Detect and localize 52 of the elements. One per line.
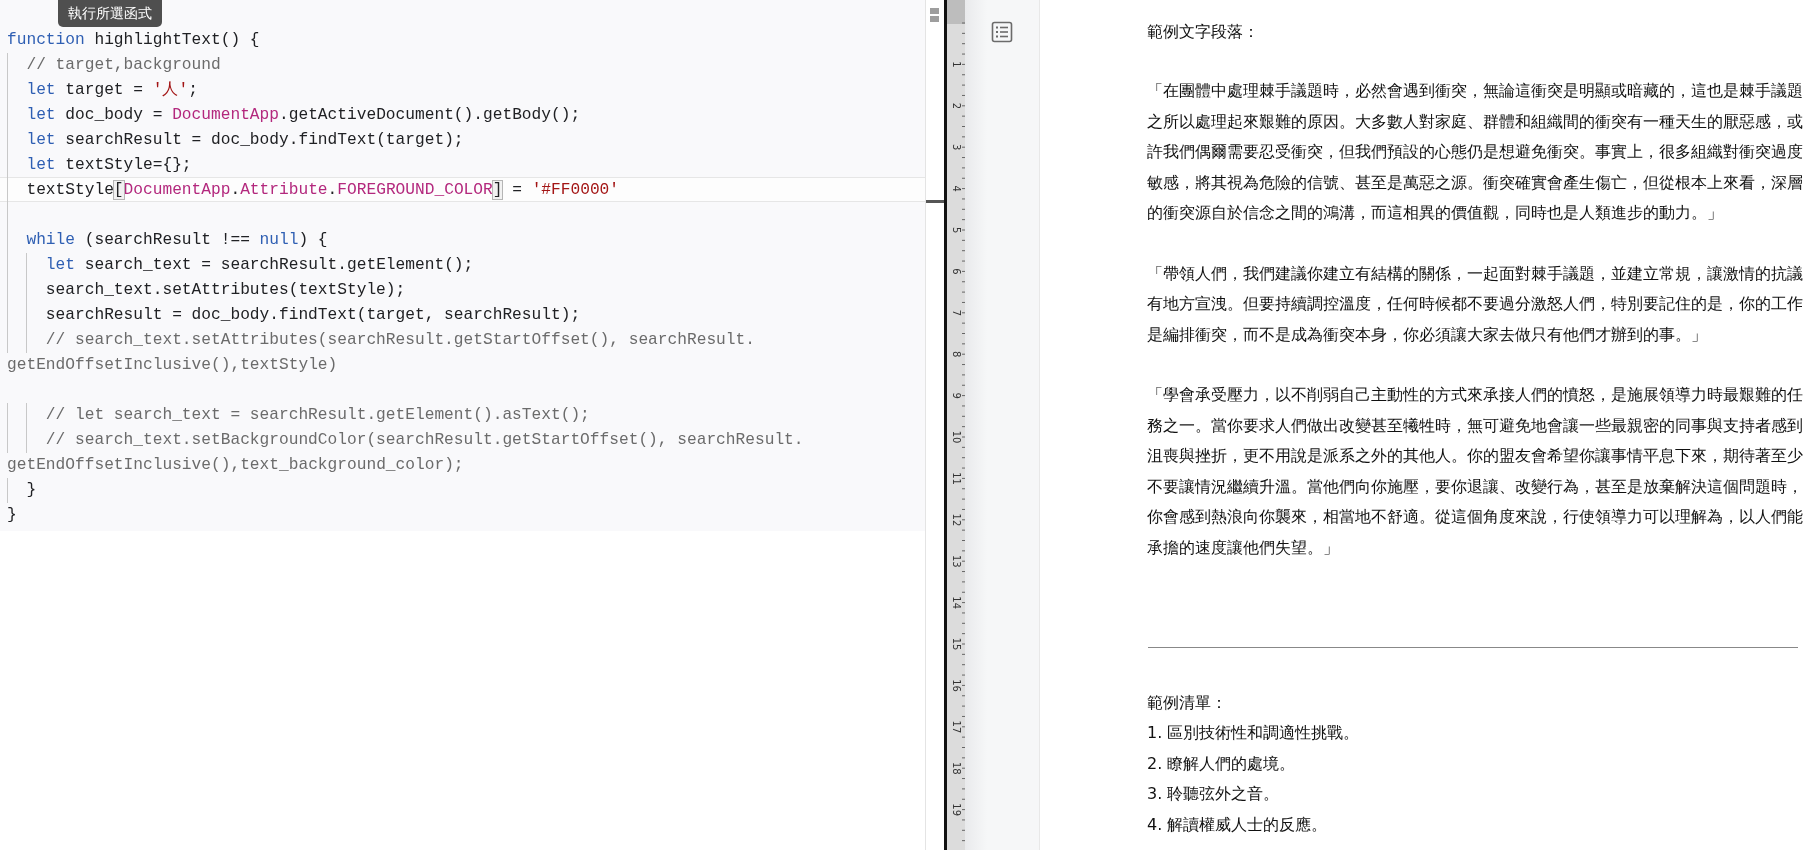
code-line: let search_text = searchResult.getElement(); <box>0 252 925 277</box>
list-item: 1. 區別技術性和調適性挑戰。 <box>1147 722 1360 744</box>
ruler-number: 12 <box>950 513 962 527</box>
code-line: getEndOffsetInclusive(),textStyle) <box>6 355 339 376</box>
code-line: // search_text.setAttributes(searchResult.getStartOffset(), searchResult. <box>0 327 925 352</box>
code-line: let doc_body = DocumentApp.getActiveDocument().getBody(); <box>0 102 925 127</box>
code-line: let textStyle={}; <box>0 152 925 177</box>
scrollbar[interactable] <box>925 0 944 850</box>
ruler-number: 4 <box>950 185 962 192</box>
code-line: function highlightText() { <box>6 30 261 51</box>
scroll-marker <box>926 200 944 203</box>
ruler-number: 11 <box>950 472 962 485</box>
ruler-number: 7 <box>950 309 962 317</box>
ruler-number: 2 <box>950 102 962 110</box>
ruler-number: 17 <box>950 720 962 734</box>
code-line: let searchResult = doc_body.findText(target); <box>0 127 925 152</box>
ruler-number: 1 <box>950 61 962 68</box>
ruler-number: 8 <box>950 351 962 358</box>
code-line: // let search_text = searchResult.getElement().asText(); <box>0 402 925 427</box>
tooltip: 執行所選函式 <box>58 0 162 27</box>
code-line: getEndOffsetInclusive(),text_background_color); <box>6 455 465 476</box>
code-line: } <box>6 505 18 526</box>
ruler-number: 15 <box>950 637 962 651</box>
code-line: } <box>0 477 925 502</box>
list-title: 範例清單： <box>1147 692 1227 714</box>
code-line: search_text.setAttributes(textStyle); <box>0 277 925 302</box>
code-line: searchResult = doc_body.findText(target, searchResult); <box>0 302 925 327</box>
ruler-number: 18 <box>950 761 962 775</box>
code-line: let target = '人'; <box>0 77 925 102</box>
list-item: 2. 瞭解人們的處境。 <box>1147 752 1296 775</box>
list-item: 4. 解讀權威人士的反應。 <box>1147 813 1328 836</box>
scroll-marker <box>930 8 939 24</box>
ruler-margin <box>947 0 965 24</box>
heading-text: 範例文字段落： <box>1147 21 1259 43</box>
paragraph: 「學會承受壓力，以不削弱自己主動性的方式來承接人們的憤怒，是施展領導力時最艱難的任 務之一。當你要求人們做出改變甚至犧牲時，無可避免地會讓一些最親密的同事與支持者感到 沮喪與挫折，更不用說是派系之外的其他人。你的盟友會希望你讓事情平息下來，期待著至少 不要讓情況繼續升溫。當他們向你施壓，要你退讓、改變行為，甚至是放棄解決這個問題時， 你會感到熱浪向你襲來，相當地不舒適。從這個角度來說，行使領導力可以理解為，以人們能 承擔的速度讓他們失望。」 <box>1147 384 1803 559</box>
ruler-number: 13 <box>950 554 962 568</box>
outline-icon[interactable] <box>991 21 1013 43</box>
paragraph: 「在團體中處理棘手議題時，必然會遇到衝突，無論這衝突是明顯或暗藏的，這也是棘手議題 之所以處理起來艱難的原因。大多數人對家庭、群體和組織間的衝突有一種天生的厭惡感，或 許我們偶爾需要忍受衝突，但我們預設的心態仍是想避免衝突。事實上，很多組織對衝突過度 敏感，將其視為危險的信號、甚至是萬惡之源。衝突確實會產生傷亡，但從根本上來看，深層 的衝突源自於信念之間的鴻溝，而這相異的價值觀，同時也是人類進步的動力。」 <box>1147 80 1803 224</box>
ruler-number: 9 <box>950 392 962 399</box>
ruler-number: 3 <box>950 144 962 151</box>
code-line: while (searchResult !== null) { <box>0 227 925 252</box>
code-line: // search_text.setBackgroundColor(searchResult.getStartOffset(), searchResult. <box>0 427 925 452</box>
code-line: // target,background <box>0 52 925 77</box>
ruler-number: 10 <box>950 430 962 444</box>
ruler-number: 16 <box>950 679 962 692</box>
ruler-number: 6 <box>950 268 962 275</box>
code-editor[interactable] <box>0 0 925 531</box>
paragraph: 「帶領人們，我們建議你建立有結構的關係，一起面對棘手議題，並建立常規，讓激情的抗議 有地方宣洩。但要持續調控溫度，任何時候都不要過分激怒人們，特別要記住的是，你的工作 是編排衝突，而不是成為衝突本身，你必須讓大家去做只有他們才辦到的事。」 <box>1147 262 1803 346</box>
list-item: 3. 聆聽弦外之音。 <box>1147 783 1280 805</box>
ruler-number: 19 <box>950 803 962 817</box>
ruler-number: 5 <box>950 226 962 234</box>
ruler-number: 14 <box>950 596 962 610</box>
